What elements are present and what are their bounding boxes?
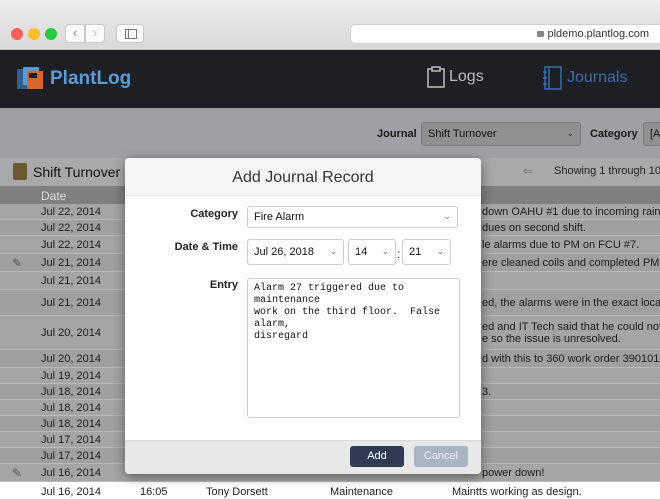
cancel-button[interactable]: Cancel	[414, 446, 468, 467]
row-date: Jul 22, 2014	[41, 239, 101, 251]
pencil-edit-icon[interactable]: ✎	[12, 256, 22, 270]
category-select[interactable]: Fire Alarm ⌄	[247, 206, 458, 228]
row-user: Tony Dorsett	[206, 486, 268, 498]
chevron-down-icon: ⌄	[381, 246, 389, 256]
journal-book-icon	[13, 163, 27, 180]
row-date: Jul 19, 2014	[41, 370, 101, 382]
row-date: Jul 21, 2014	[41, 275, 101, 287]
previous-page-arrow-icon[interactable]: ⇐	[523, 164, 533, 178]
row-note: power down!	[482, 467, 545, 479]
row-date: Jul 21, 2014	[41, 257, 101, 269]
row-time: 16:05	[140, 486, 168, 498]
dialog-title: Add Journal Record	[232, 169, 374, 186]
column-header-date[interactable]: Date	[41, 189, 66, 203]
page-title: Shift Turnover	[33, 164, 121, 180]
nav-journals-label: Journals	[567, 69, 628, 87]
row-date: Jul 20, 2014	[41, 353, 101, 365]
category-label: Category	[190, 208, 238, 220]
chevron-down-icon: ⌄	[436, 246, 444, 256]
entry-textarea[interactable]: Alarm 27 triggered due to maintenance wo…	[247, 278, 460, 418]
chevron-right-icon: ›	[92, 25, 98, 40]
nav-logs[interactable]: Logs	[427, 66, 484, 88]
row-date: Jul 21, 2014	[41, 297, 101, 309]
address-bar[interactable]: pldemo.plantlog.com	[350, 24, 660, 44]
row-note: ed and IT Tech said that he could not c …	[482, 321, 660, 345]
category-filter-label: Category	[590, 128, 638, 140]
entry-label: Entry	[209, 279, 238, 291]
journal-filter-select[interactable]: Shift Turnover ⌄	[421, 122, 581, 146]
url-text: pldemo.plantlog.com	[547, 28, 649, 40]
row-note: le alarms due to PM on FCU #7.	[482, 239, 640, 251]
row-note: dues on second shift.	[482, 222, 586, 234]
table-row[interactable]: Jul 16, 2014 16:05 Tony Dorsett Maintena…	[0, 484, 660, 499]
row-note: ed, the alarms were in the exact locatio…	[482, 297, 660, 309]
row-date: Jul 17, 2014	[41, 434, 101, 446]
forward-button[interactable]: ›	[85, 24, 105, 43]
pencil-edit-icon[interactable]: ✎	[12, 466, 22, 480]
row-category: Maintenance	[330, 486, 393, 498]
lock-icon	[537, 31, 545, 37]
hour-select[interactable]: 14 ⌄	[348, 239, 396, 265]
plantlog-logo-icon	[17, 67, 43, 89]
chevron-down-icon: ⌄	[443, 211, 451, 221]
pagination-status: Showing 1 through 10	[554, 165, 660, 177]
row-note: Maintts working as design.	[452, 486, 582, 498]
row-date: Jul 22, 2014	[41, 206, 101, 218]
row-date: Jul 18, 2014	[41, 418, 101, 430]
minimize-window-button[interactable]	[28, 28, 40, 40]
row-note: d with this to 360 work order 3901010	[482, 353, 660, 365]
clipboard-icon	[427, 66, 445, 88]
row-date: Jul 16, 2014	[41, 467, 101, 479]
sidebar-toggle-button[interactable]	[116, 24, 144, 43]
chevron-left-icon: ‹	[72, 25, 78, 40]
date-select[interactable]: Jul 26, 2018 ⌄	[247, 239, 344, 265]
app-logo-text[interactable]: PlantLog	[50, 68, 131, 90]
chevron-down-icon: ⌄	[566, 128, 574, 138]
row-note: down OAHU #1 due to incoming rain.	[482, 206, 660, 218]
row-note: 3.	[482, 386, 492, 398]
journal-icon	[543, 66, 562, 90]
nav-journals[interactable]: Journals	[543, 66, 627, 90]
row-date: Jul 18, 2014	[41, 386, 101, 398]
row-date: Jul 16, 2014	[41, 486, 101, 498]
row-date: Jul 22, 2014	[41, 222, 101, 234]
zoom-window-button[interactable]	[45, 28, 57, 40]
date-time-label: Date & Time	[174, 241, 238, 253]
row-date: Jul 18, 2014	[41, 402, 101, 414]
journal-filter-label: Journal	[377, 128, 417, 140]
time-separator: :	[397, 247, 401, 261]
back-button[interactable]: ‹	[65, 24, 85, 43]
category-filter-select[interactable]: [Al	[643, 122, 660, 146]
nav-logs-label: Logs	[449, 68, 484, 86]
close-window-button[interactable]	[11, 28, 23, 40]
row-date: Jul 17, 2014	[41, 450, 101, 462]
row-date: Jul 20, 2014	[41, 327, 101, 339]
add-button[interactable]: Add	[350, 446, 404, 467]
dialog-header: Add Journal Record	[125, 158, 481, 196]
chevron-down-icon: ⌄	[329, 246, 337, 256]
row-note: ere cleaned coils and completed PM on	[482, 257, 660, 269]
add-journal-record-dialog: Add Journal Record Category Fire Alarm ⌄…	[125, 158, 481, 474]
minute-select[interactable]: 21 ⌄	[402, 239, 451, 265]
